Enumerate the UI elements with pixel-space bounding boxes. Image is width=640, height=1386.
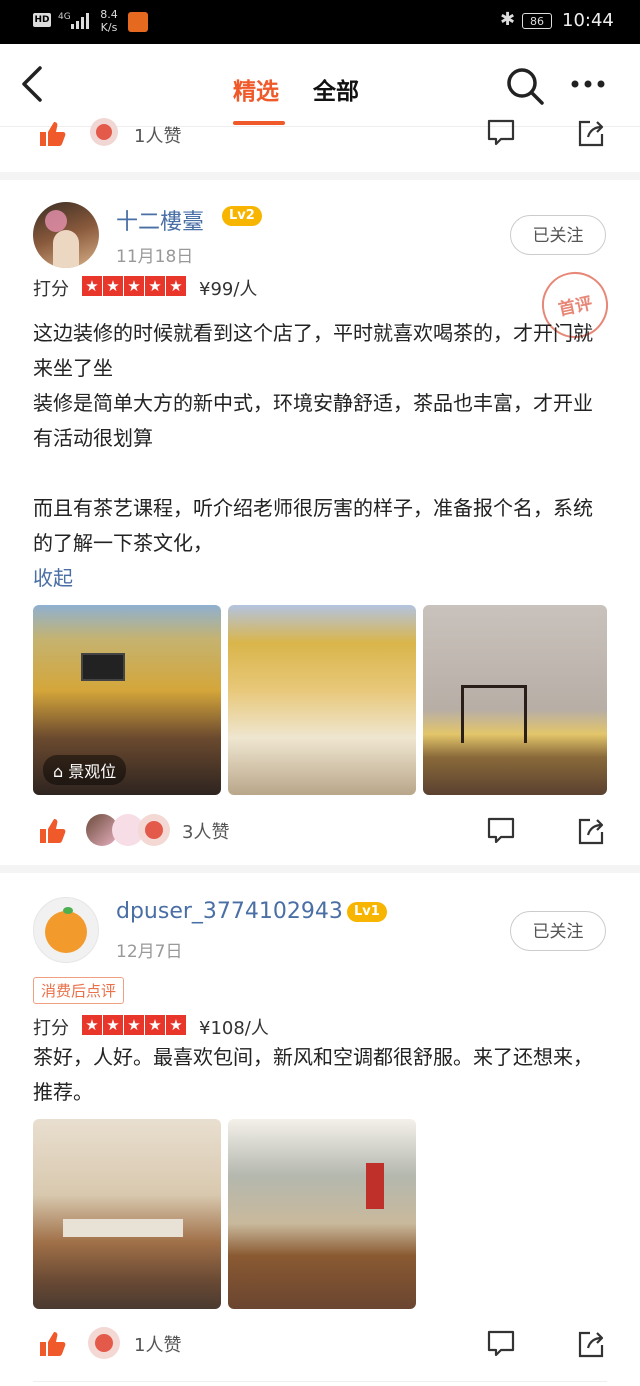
level-badge: Lv2	[222, 206, 262, 226]
star-icon: ★	[145, 1015, 165, 1035]
tab-featured[interactable]: 精选	[233, 72, 279, 106]
review-photo[interactable]	[423, 605, 607, 795]
star-icon: ★	[145, 276, 165, 296]
previous-review-actions: 1人赞	[0, 118, 640, 172]
like-thumb-icon[interactable]	[38, 817, 66, 845]
share-icon[interactable]	[576, 816, 606, 846]
liker-avatar	[88, 1327, 120, 1359]
tag-icon: ⌂	[53, 762, 64, 781]
tab-all[interactable]: 全部	[313, 72, 359, 106]
review-text: 茶好，人好。最喜欢包间，新风和空调都很舒服。来了还想来，推荐。	[33, 1045, 593, 1104]
star-icon: ★	[82, 1015, 102, 1035]
share-icon[interactable]	[576, 118, 606, 148]
follow-button[interactable]: 已关注	[510, 215, 606, 255]
star-icon: ★	[124, 276, 144, 296]
rating-label: 打分	[33, 1018, 69, 1039]
section-divider	[0, 172, 640, 180]
search-icon[interactable]	[505, 66, 545, 106]
review-text: 这边装修的时候就看到这个店了，平时就喜欢喝茶的，才开门就来坐了坐 装修是简单大方…	[33, 321, 593, 555]
review-photo[interactable]	[228, 605, 416, 795]
review-photo[interactable]	[228, 1119, 416, 1309]
price-per-person: ¥108/人	[199, 1018, 269, 1039]
comment-icon[interactable]	[486, 1329, 516, 1359]
app-notification-icon	[128, 12, 148, 32]
back-icon[interactable]	[18, 64, 48, 104]
divider	[33, 1381, 607, 1382]
review-card: dpuser_3774102943 Lv1 12月7日 已关注 消费后点评 打分…	[0, 873, 640, 1386]
star-icon: ★	[124, 1015, 144, 1035]
likes-count: 1人赞	[134, 1335, 182, 1356]
share-icon[interactable]	[576, 1329, 606, 1359]
status-bar: HD 4G 8.4 K/s ✱ 86 10:44	[0, 0, 640, 44]
username[interactable]: 十二樓臺	[116, 204, 204, 236]
level-badge: Lv1	[347, 902, 387, 922]
star-rating: ★ ★ ★ ★ ★	[82, 1015, 187, 1035]
likes-count: 1人赞	[134, 126, 182, 147]
star-icon: ★	[103, 1015, 123, 1035]
network-label: 4G	[58, 12, 71, 22]
review-date: 12月7日	[116, 942, 183, 962]
avatar[interactable]	[33, 202, 99, 268]
liker-avatar	[90, 118, 118, 146]
star-icon: ★	[166, 1015, 186, 1035]
signal-icon	[71, 13, 89, 29]
scenic-seat-tag[interactable]: ⌂ 景观位	[43, 755, 127, 785]
star-icon: ★	[103, 276, 123, 296]
bluetooth-icon: ✱	[500, 9, 516, 30]
avatar[interactable]	[33, 897, 99, 963]
hd-icon: HD	[33, 13, 51, 27]
like-thumb-icon[interactable]	[38, 120, 66, 148]
liker-avatar	[138, 814, 170, 846]
likes-count: 3人赞	[182, 822, 230, 843]
star-icon: ★	[82, 276, 102, 296]
star-rating: ★ ★ ★ ★ ★	[82, 276, 187, 296]
clock: 10:44	[562, 10, 614, 31]
active-tab-indicator	[233, 121, 285, 125]
collapse-link[interactable]: 收起	[33, 562, 73, 591]
post-consumption-tag: 消费后点评	[33, 977, 125, 1004]
comment-icon[interactable]	[486, 816, 516, 846]
review-date: 11月18日	[116, 247, 194, 267]
price-per-person: ¥99/人	[199, 279, 258, 300]
follow-button[interactable]: 已关注	[510, 911, 606, 951]
username[interactable]: dpuser_3774102943	[116, 899, 343, 924]
section-divider	[0, 865, 640, 873]
review-photo[interactable]	[33, 1119, 221, 1309]
more-icon[interactable]	[570, 79, 606, 89]
rating-label: 打分	[33, 279, 69, 300]
review-photo[interactable]: ⌂ 景观位	[33, 605, 221, 795]
network-speed: 8.4 K/s	[100, 8, 118, 34]
comment-icon[interactable]	[486, 118, 516, 148]
review-card: 十二樓臺 Lv2 11月18日 已关注 打分 ★ ★ ★ ★ ★ ¥99/人 首评 这边…	[0, 180, 640, 865]
like-thumb-icon[interactable]	[38, 1330, 66, 1358]
battery-indicator: 86	[522, 13, 552, 29]
nav-bar: 精选 全部	[0, 44, 640, 127]
star-icon: ★	[166, 276, 186, 296]
